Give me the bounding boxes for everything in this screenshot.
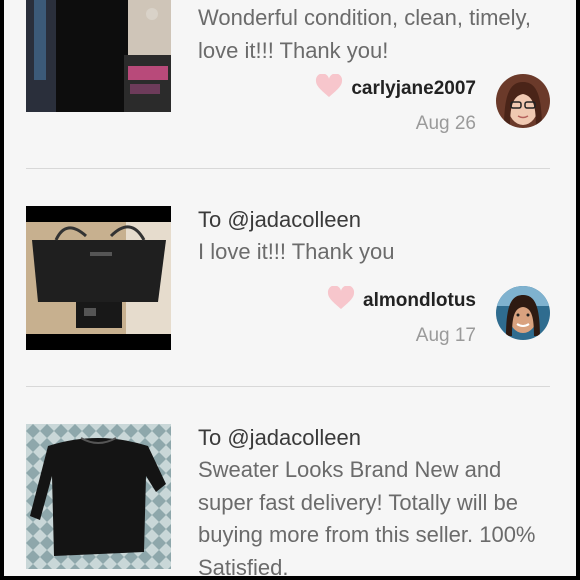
recipient-line[interactable]: To @jadacolleen — [198, 204, 558, 236]
review-body: I love it!!! Thank you — [198, 239, 395, 264]
recipient-line[interactable]: To @jadacolleen — [198, 422, 558, 454]
review-text-2: To @jadacolleen I love it!!! Thank you — [198, 204, 558, 269]
reviewer-username[interactable]: carlyjane2007 — [351, 78, 476, 100]
heart-icon[interactable] — [315, 73, 343, 103]
heart-icon[interactable] — [327, 285, 355, 315]
review-date: Aug 26 — [415, 113, 476, 134]
listing-thumbnail-3[interactable] — [26, 424, 171, 569]
review-meta-1: carlyjane2007 Aug 26 — [315, 73, 476, 135]
review-text-3: To @jadacolleen Sweater Looks Brand New … — [198, 422, 558, 576]
reviewer-avatar[interactable] — [496, 286, 550, 340]
review-date: Aug 17 — [415, 325, 476, 346]
listing-thumbnail-1[interactable] — [26, 0, 171, 112]
divider — [26, 168, 550, 169]
listing-thumbnail-2[interactable] — [26, 206, 171, 350]
review-meta-2: almondlotus Aug 17 — [327, 285, 476, 347]
reviewer-username[interactable]: almondlotus — [363, 290, 476, 312]
divider — [26, 386, 550, 387]
review-body: Sweater Looks Brand New and super fast d… — [198, 457, 536, 576]
reviews-screen: Wonderful condition, clean, timely, love… — [4, 0, 576, 576]
reviewer-avatar[interactable] — [496, 74, 550, 128]
review-text-1: Wonderful condition, clean, timely, love… — [198, 5, 532, 63]
